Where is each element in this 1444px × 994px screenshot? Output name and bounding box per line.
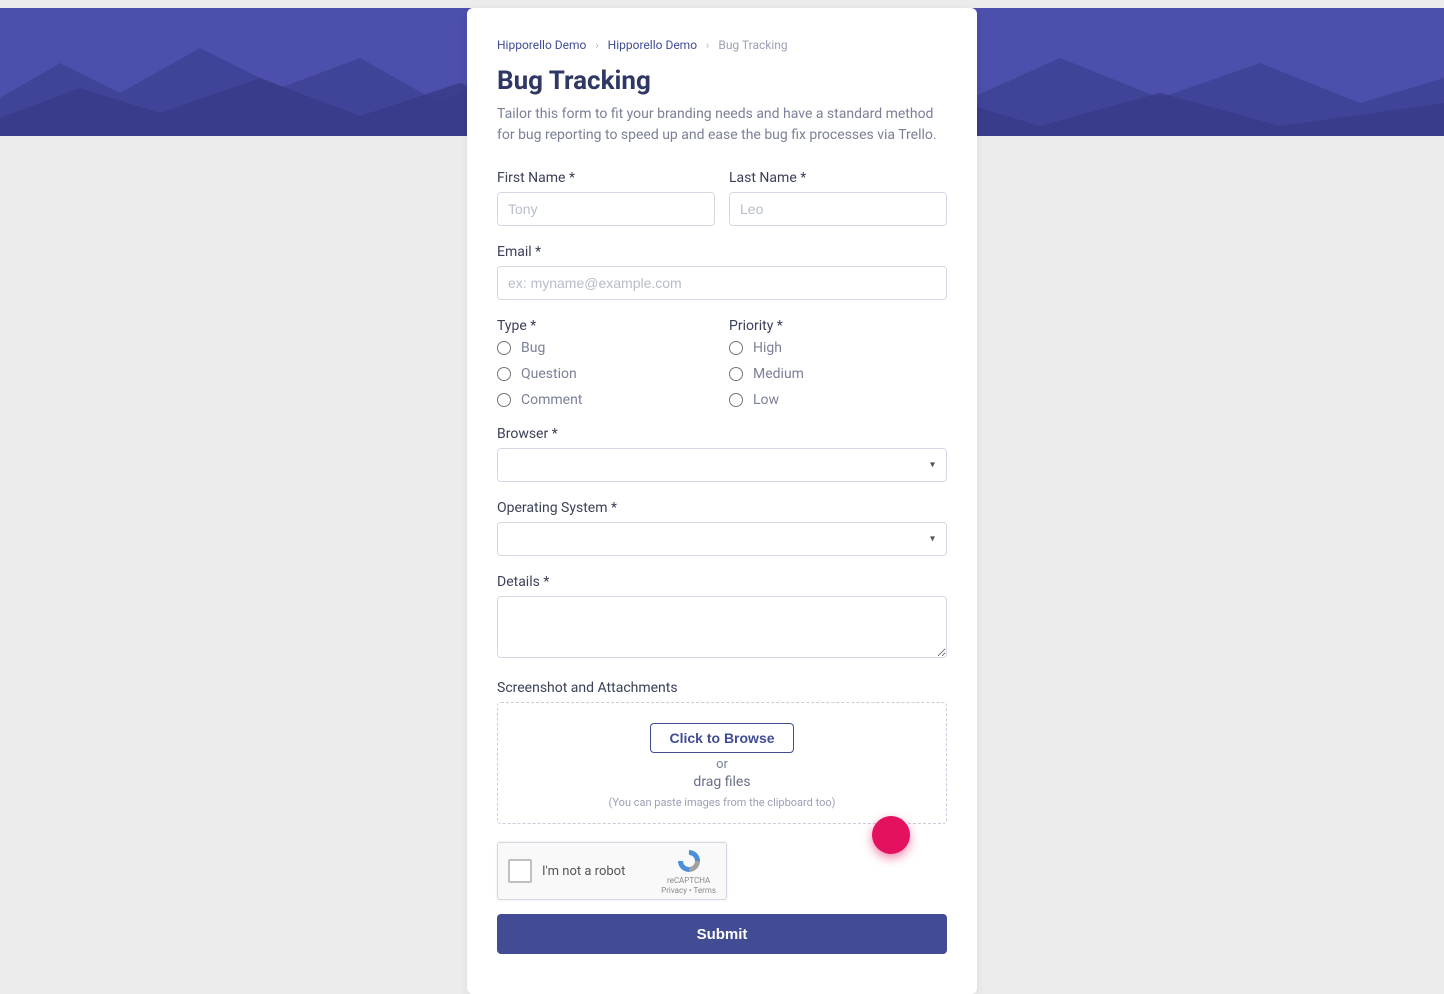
- first-name-label: First Name *: [497, 170, 715, 186]
- priority-option-label: Medium: [753, 366, 804, 382]
- recaptcha-checkbox[interactable]: [508, 859, 532, 883]
- upload-dropzone[interactable]: Click to Browse or drag files (You can p…: [497, 702, 947, 824]
- breadcrumb-link-0[interactable]: Hipporello Demo: [497, 38, 586, 52]
- upload-or-text: or: [508, 757, 936, 772]
- priority-option-low[interactable]: Low: [729, 392, 947, 408]
- submit-button[interactable]: Submit: [497, 914, 947, 954]
- first-name-input[interactable]: [497, 192, 715, 226]
- email-label: Email *: [497, 244, 947, 260]
- recaptcha-text: I'm not a robot: [542, 864, 651, 879]
- type-option-label: Bug: [521, 340, 545, 356]
- last-name-input[interactable]: [729, 192, 947, 226]
- recaptcha-icon: [675, 847, 703, 875]
- upload-drag-text: drag files: [508, 774, 936, 790]
- recaptcha-logo: reCAPTCHA Privacy • Terms: [661, 847, 716, 895]
- type-option-label: Question: [521, 366, 577, 382]
- last-name-label: Last Name *: [729, 170, 947, 186]
- recaptcha-terms: Privacy • Terms: [661, 886, 716, 896]
- email-input[interactable]: [497, 266, 947, 300]
- type-option-bug[interactable]: Bug: [497, 340, 715, 356]
- os-select[interactable]: [497, 522, 947, 556]
- breadcrumb-current: Bug Tracking: [718, 38, 787, 52]
- page-description: Tailor this form to fit your branding ne…: [497, 104, 947, 146]
- browse-button[interactable]: Click to Browse: [650, 723, 793, 753]
- chevron-right-icon: ›: [595, 39, 598, 52]
- type-option-label: Comment: [521, 392, 582, 408]
- page-title: Bug Tracking: [497, 66, 947, 96]
- breadcrumb-link-1[interactable]: Hipporello Demo: [608, 38, 697, 52]
- details-textarea[interactable]: [497, 596, 947, 658]
- type-radio[interactable]: [497, 367, 511, 381]
- chevron-right-icon: ›: [706, 39, 709, 52]
- priority-radio[interactable]: [729, 393, 743, 407]
- upload-hint-text: (You can paste images from the clipboard…: [508, 796, 936, 809]
- type-radio[interactable]: [497, 341, 511, 355]
- priority-radio[interactable]: [729, 341, 743, 355]
- priority-option-high[interactable]: High: [729, 340, 947, 356]
- recaptcha-brand: reCAPTCHA: [661, 876, 716, 886]
- recaptcha-widget: I'm not a robot reCAPTCHA Privacy • Term…: [497, 842, 727, 900]
- attachments-label: Screenshot and Attachments: [497, 680, 947, 696]
- priority-option-medium[interactable]: Medium: [729, 366, 947, 382]
- os-label: Operating System *: [497, 500, 947, 516]
- type-option-question[interactable]: Question: [497, 366, 715, 382]
- type-label: Type *: [497, 318, 715, 334]
- help-fab[interactable]: [872, 816, 910, 854]
- type-radio[interactable]: [497, 393, 511, 407]
- priority-radio[interactable]: [729, 367, 743, 381]
- priority-option-label: High: [753, 340, 782, 356]
- details-label: Details *: [497, 574, 947, 590]
- priority-label: Priority *: [729, 318, 947, 334]
- priority-option-label: Low: [753, 392, 779, 408]
- type-option-comment[interactable]: Comment: [497, 392, 715, 408]
- breadcrumbs: Hipporello Demo › Hipporello Demo › Bug …: [497, 38, 947, 52]
- browser-select[interactable]: [497, 448, 947, 482]
- browser-label: Browser *: [497, 426, 947, 442]
